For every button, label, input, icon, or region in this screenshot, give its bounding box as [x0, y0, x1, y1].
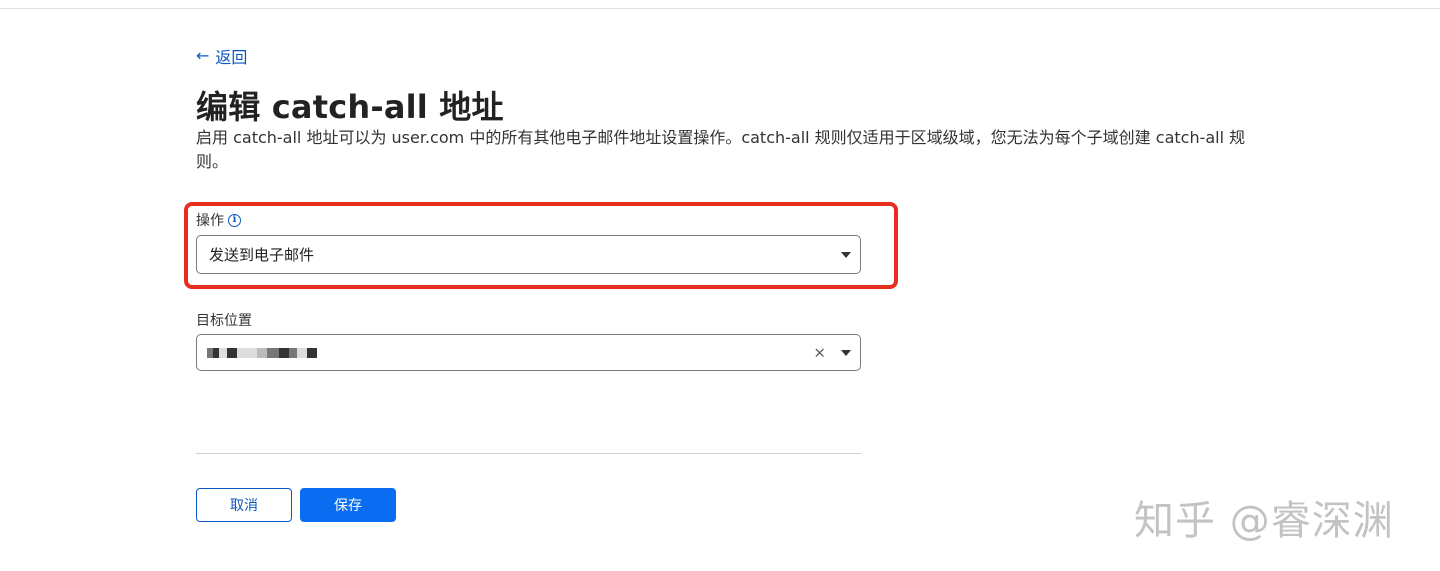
- save-button[interactable]: 保存: [300, 488, 396, 522]
- target-select[interactable]: ×: [196, 334, 861, 371]
- clear-icon[interactable]: ×: [813, 345, 826, 360]
- page-title: 编辑 catch-all 地址: [196, 88, 504, 126]
- target-field-label: 目标位置: [196, 310, 252, 330]
- cancel-button[interactable]: 取消: [196, 488, 292, 522]
- back-label: 返回: [215, 48, 248, 67]
- action-select-value: 发送到电子邮件: [209, 246, 315, 264]
- page: ← 返回 编辑 catch-all 地址 启用 catch-all 地址可以为 …: [0, 0, 1440, 571]
- back-arrow-icon: ←: [196, 46, 210, 65]
- watermark: 知乎 @睿深渊: [1134, 498, 1394, 544]
- target-label-text: 目标位置: [196, 313, 252, 329]
- action-label-text: 操作: [196, 213, 224, 229]
- chevron-down-icon[interactable]: [841, 349, 851, 356]
- action-select[interactable]: 发送到电子邮件: [196, 235, 861, 274]
- target-select-value-redacted: [201, 347, 317, 359]
- back-link[interactable]: ← 返回: [196, 44, 247, 68]
- top-divider: [0, 8, 1440, 9]
- chevron-down-icon[interactable]: [841, 251, 851, 258]
- form-divider: [196, 453, 861, 454]
- action-field-label: 操作 i: [196, 210, 241, 230]
- page-description: 启用 catch-all 地址可以为 user.com 中的所有其他电子邮件地址…: [196, 128, 1246, 171]
- info-icon[interactable]: i: [228, 213, 241, 227]
